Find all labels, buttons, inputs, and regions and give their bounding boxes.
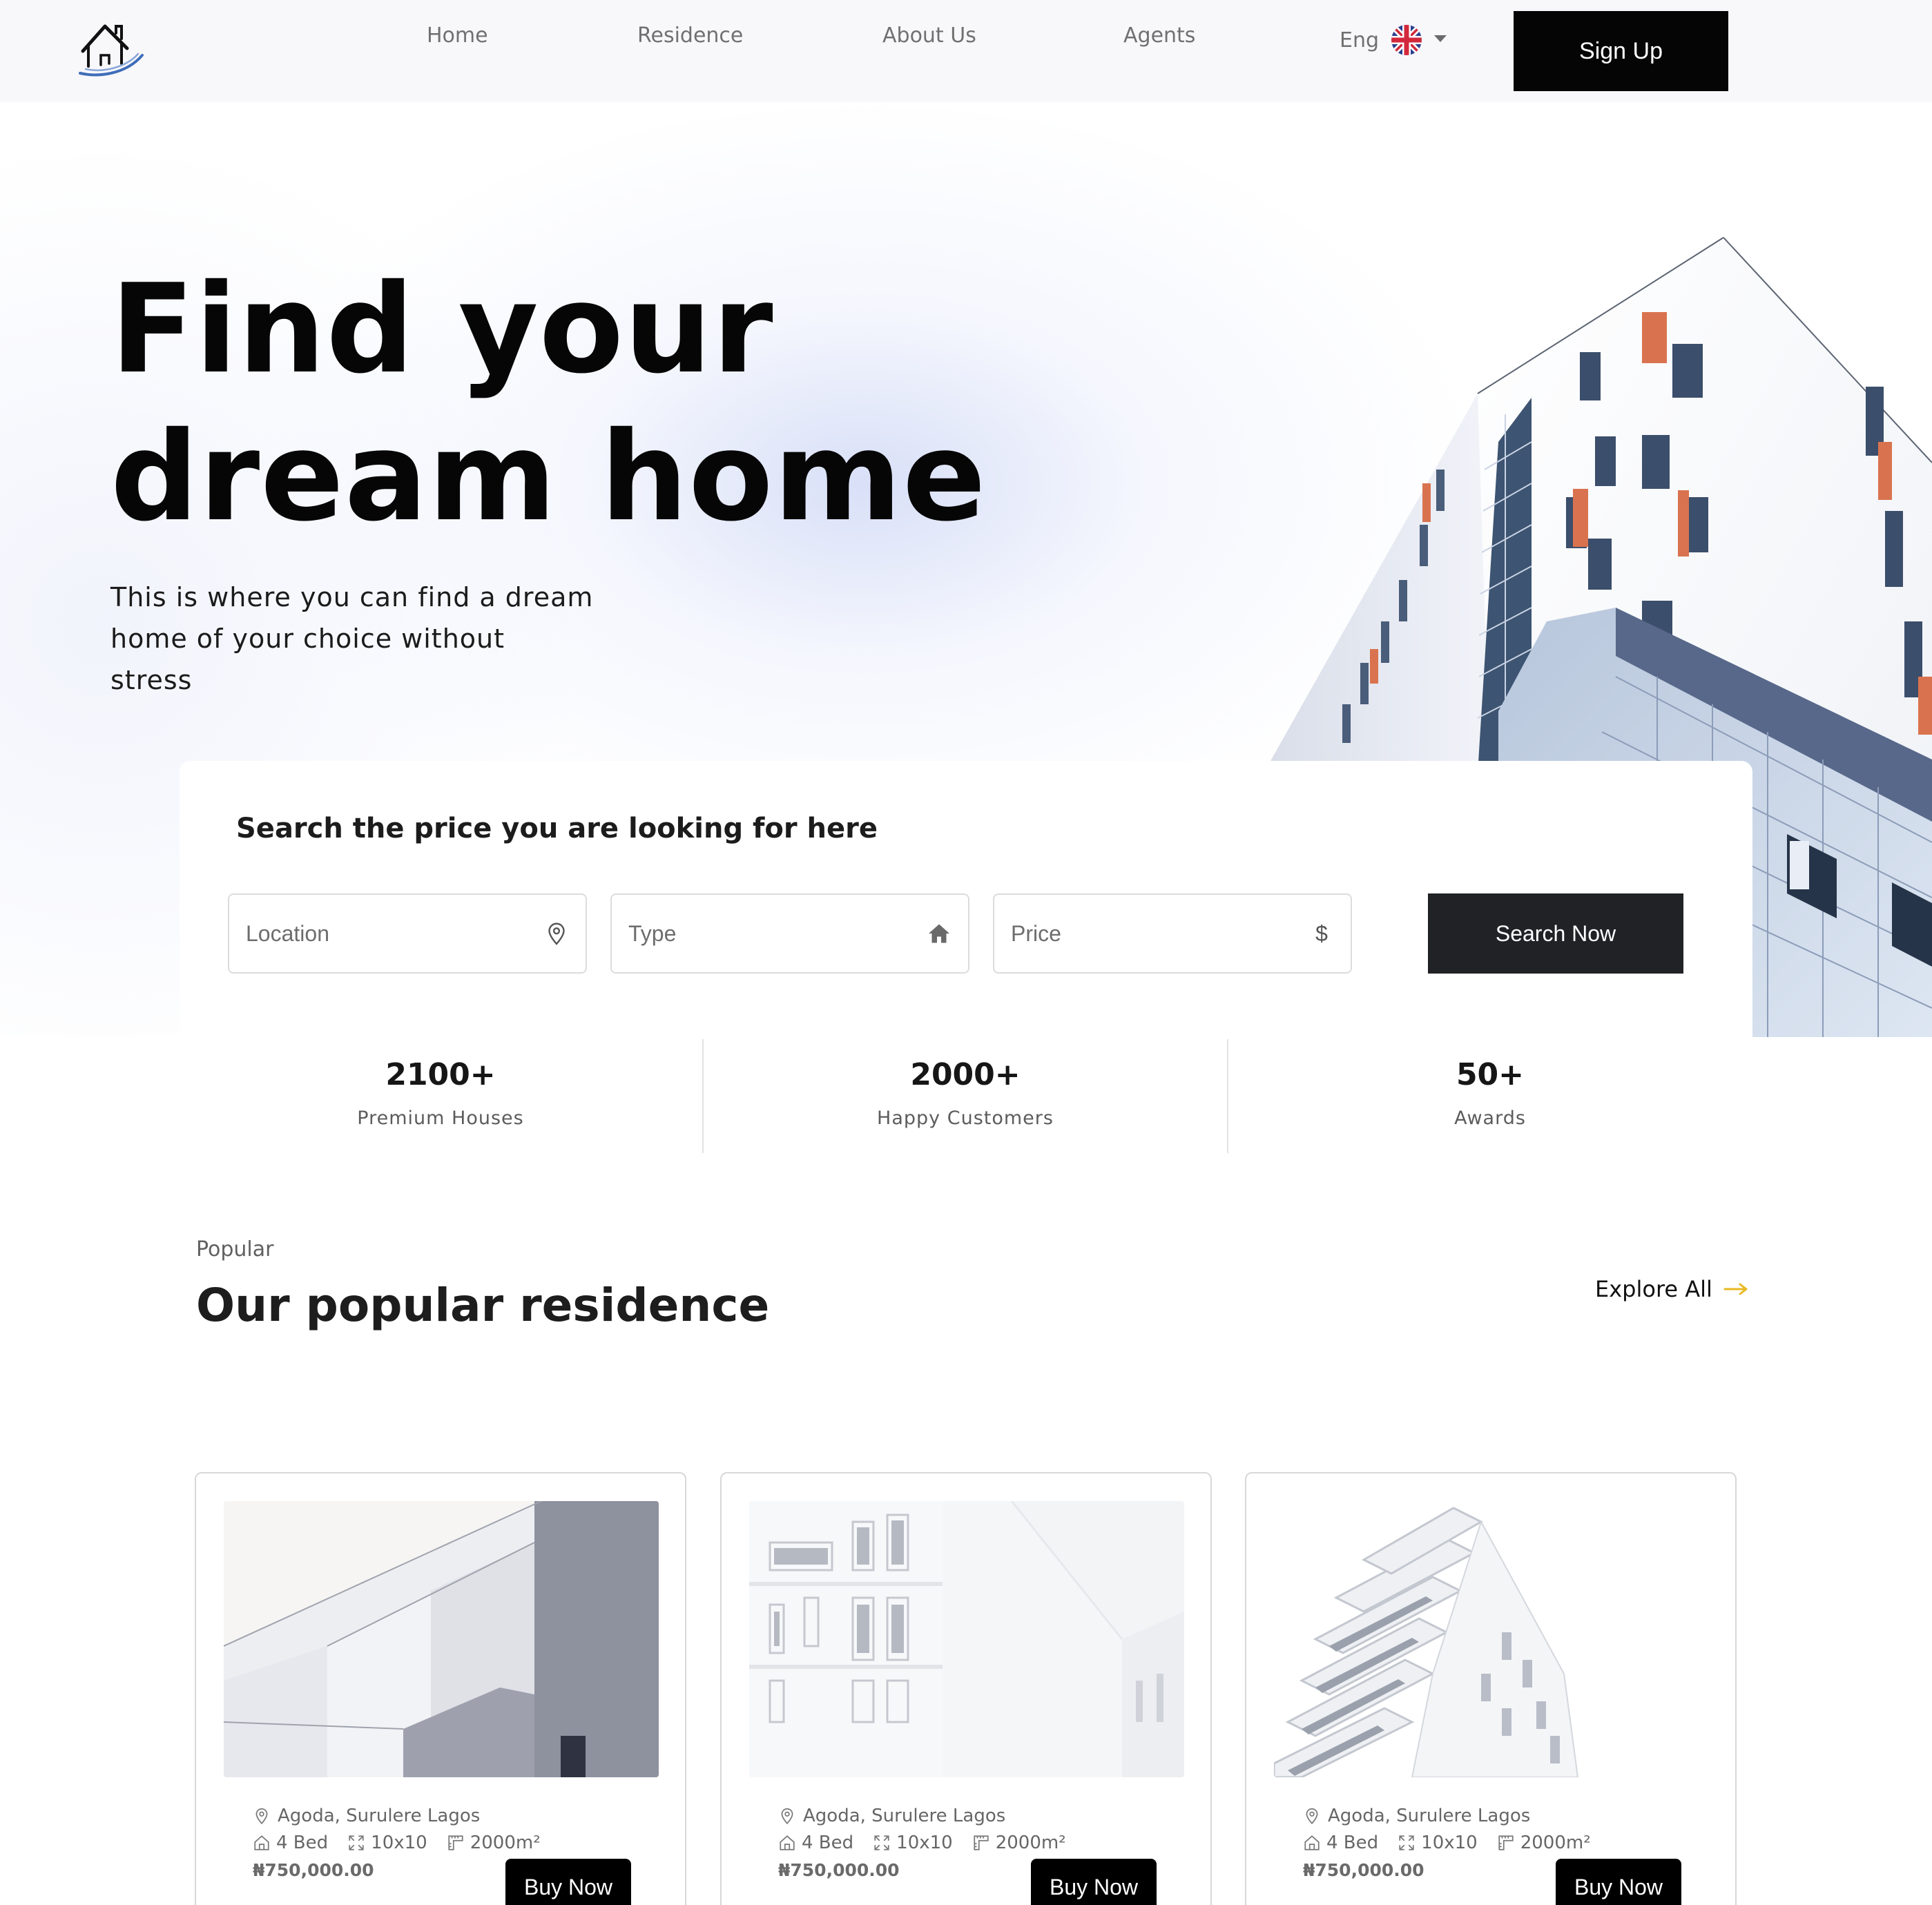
card-price: ₦750,000.00: [253, 1860, 374, 1880]
hero-title-line-2: dream home: [110, 405, 987, 548]
card-beds: 4 Bed: [253, 1833, 328, 1853]
top-navbar: Home Residence About Us Agents Eng Sign …: [0, 0, 1932, 102]
card-area-text: 2000m²: [470, 1833, 541, 1853]
card-location-text: Agoda, Surulere Lagos: [803, 1806, 1006, 1826]
nav-agents[interactable]: Agents: [1123, 23, 1195, 48]
card-beds: 4 Bed: [778, 1833, 853, 1853]
card-price: ₦750,000.00: [778, 1860, 900, 1880]
card-beds: 4 Bed: [1303, 1833, 1378, 1853]
house-outline-icon: [1304, 1835, 1320, 1850]
map-pin-icon: [548, 922, 565, 945]
card-features: 4 Bed 10x10 2000m²: [778, 1833, 1066, 1853]
stat-value: 2100+: [385, 1057, 496, 1092]
nav-home[interactable]: Home: [427, 23, 488, 48]
card-beds-text: 4 Bed: [802, 1833, 854, 1853]
location-placeholder: Location: [246, 920, 329, 946]
location-input[interactable]: Location: [228, 893, 587, 974]
expand-icon: [874, 1835, 889, 1850]
card-location: Agoda, Surulere Lagos: [1303, 1806, 1530, 1826]
search-panel: Search the price you are looking for her…: [180, 761, 1752, 1037]
card-area: 2000m²: [1497, 1833, 1591, 1853]
stat-label: Happy Customers: [877, 1108, 1054, 1129]
explore-all-label: Explore All: [1595, 1276, 1712, 1302]
home-icon: [929, 924, 949, 943]
section-title: Our popular residence: [196, 1279, 770, 1332]
card-area: 2000m²: [447, 1833, 541, 1853]
type-select[interactable]: Type: [610, 893, 969, 974]
buy-now-button[interactable]: Buy Now: [505, 1859, 631, 1905]
residence-image: [224, 1501, 659, 1777]
card-area-text: 2000m²: [1520, 1833, 1591, 1853]
chevron-down-icon: [1434, 35, 1447, 42]
ruler-icon: [974, 1835, 989, 1850]
stat-label: Awards: [1454, 1108, 1526, 1129]
card-location-text: Agoda, Surulere Lagos: [278, 1806, 481, 1826]
section-eyebrow: Popular: [196, 1237, 274, 1261]
stat-happy-customers: 2000+ Happy Customers: [703, 1039, 1228, 1153]
card-location: Agoda, Surulere Lagos: [778, 1806, 1005, 1826]
explore-all-link[interactable]: Explore All: [1595, 1276, 1748, 1302]
ruler-icon: [448, 1835, 463, 1850]
dollar-icon: $: [1315, 920, 1328, 946]
stat-value: 2000+: [910, 1057, 1021, 1092]
card-size-text: 10x10: [371, 1833, 427, 1853]
nav-about-us[interactable]: About Us: [882, 23, 976, 48]
stat-awards: 50+ Awards: [1228, 1039, 1752, 1153]
stat-label: Premium Houses: [357, 1108, 524, 1129]
price-input[interactable]: Price $: [993, 893, 1352, 974]
residence-image: [749, 1501, 1184, 1777]
house-logo-icon[interactable]: [77, 21, 146, 81]
hero-subtitle: This is where you can find a dream home …: [110, 582, 594, 695]
type-placeholder: Type: [628, 920, 677, 946]
expand-icon: [1399, 1835, 1414, 1850]
card-location-text: Agoda, Surulere Lagos: [1328, 1806, 1531, 1826]
card-features: 4 Bed 10x10 2000m²: [253, 1833, 541, 1853]
card-area-text: 2000m²: [995, 1833, 1066, 1853]
language-selector[interactable]: Eng: [1340, 21, 1447, 59]
hero-title-line-1: Find your: [110, 258, 774, 400]
buy-now-button[interactable]: Buy Now: [1031, 1859, 1157, 1905]
buy-now-button[interactable]: Buy Now: [1556, 1859, 1681, 1905]
sign-up-button[interactable]: Sign Up: [1514, 11, 1728, 91]
card-location: Agoda, Surulere Lagos: [253, 1806, 480, 1826]
card-beds-text: 4 Bed: [1326, 1833, 1379, 1853]
price-placeholder: Price: [1011, 920, 1061, 946]
card-size-text: 10x10: [896, 1833, 953, 1853]
expand-icon: [349, 1835, 364, 1850]
ruler-icon: [1498, 1835, 1514, 1850]
nav-residence[interactable]: Residence: [637, 23, 743, 48]
map-pin-icon: [255, 1808, 268, 1825]
search-now-button[interactable]: Search Now: [1428, 893, 1683, 974]
house-outline-icon: [254, 1835, 269, 1850]
card-size: 10x10: [1398, 1833, 1478, 1853]
card-size-text: 10x10: [1421, 1833, 1478, 1853]
residence-image: [1274, 1501, 1709, 1777]
search-panel-title: Search the price you are looking for her…: [236, 813, 878, 844]
hero-title: Find your dream home: [110, 255, 987, 551]
map-pin-icon: [1306, 1808, 1318, 1825]
uk-flag-icon: [1391, 25, 1422, 55]
card-size: 10x10: [347, 1833, 427, 1853]
residence-card[interactable]: Agoda, Surulere Lagos 4 Bed 10x10 2000m²…: [195, 1472, 686, 1905]
stat-premium-houses: 2100+ Premium Houses: [178, 1039, 703, 1153]
map-pin-icon: [781, 1808, 793, 1825]
residence-card[interactable]: Agoda, Surulere Lagos 4 Bed 10x10 2000m²…: [1245, 1472, 1737, 1905]
card-beds-text: 4 Bed: [276, 1833, 329, 1853]
card-size: 10x10: [873, 1833, 953, 1853]
stat-value: 50+: [1456, 1057, 1525, 1092]
card-price: ₦750,000.00: [1303, 1860, 1424, 1880]
language-label: Eng: [1340, 28, 1380, 52]
arrow-right-icon: [1723, 1283, 1748, 1295]
card-features: 4 Bed 10x10 2000m²: [1303, 1833, 1591, 1853]
card-area: 2000m²: [972, 1833, 1066, 1853]
residence-card[interactable]: Agoda, Surulere Lagos 4 Bed 10x10 2000m²…: [720, 1472, 1212, 1905]
house-outline-icon: [780, 1835, 795, 1850]
